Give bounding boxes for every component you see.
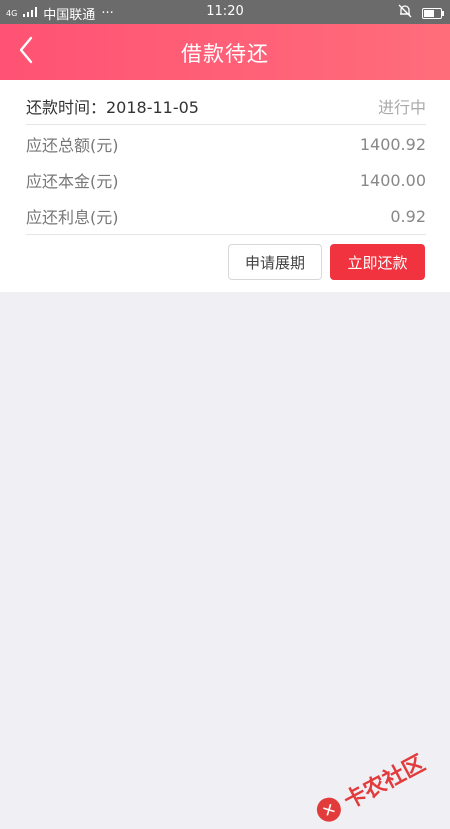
watermark: ✕ 卡农社区 [311, 746, 430, 829]
loan-card: 还款时间：2018-11-05 进行中 应还总额(元) 1400.92 应还本金… [0, 80, 450, 292]
interest-value: 0.92 [390, 206, 426, 226]
interest-row: 应还利息(元) 0.92 [26, 198, 426, 234]
divider [26, 234, 426, 235]
divider [26, 124, 426, 125]
interest-label: 应还利息(元) [26, 208, 119, 227]
watermark-logo-icon: ✕ [312, 793, 346, 826]
due-date-label: 还款时间：2018-11-05 [26, 98, 199, 117]
repay-now-button[interactable]: 立即还款 [330, 244, 425, 280]
watermark-text: 卡农社区 [340, 751, 430, 815]
principal-label: 应还本金(元) [26, 172, 119, 191]
clock: 11:20 [206, 4, 244, 19]
total-due-value: 1400.92 [359, 134, 426, 154]
total-due-row: 应还总额(元) 1400.92 [26, 126, 426, 162]
apply-extension-button[interactable]: 申请展期 [228, 244, 322, 280]
status-right [398, 4, 444, 22]
principal-value: 1400.00 [359, 170, 426, 190]
total-due-label: 应还总额(元) [26, 136, 119, 155]
due-date-row: 还款时间：2018-11-05 进行中 [26, 88, 426, 124]
status-badge: 进行中 [377, 98, 426, 117]
principal-row: 应还本金(元) 1400.00 [26, 162, 426, 198]
page-title: 借款待还 [181, 42, 269, 66]
mute-bell-icon [398, 4, 412, 22]
battery-icon [422, 7, 444, 19]
nav-bar: 借款待还 [0, 24, 450, 80]
status-bar: 4G 中国联通 ··· 11:20 [0, 0, 450, 24]
